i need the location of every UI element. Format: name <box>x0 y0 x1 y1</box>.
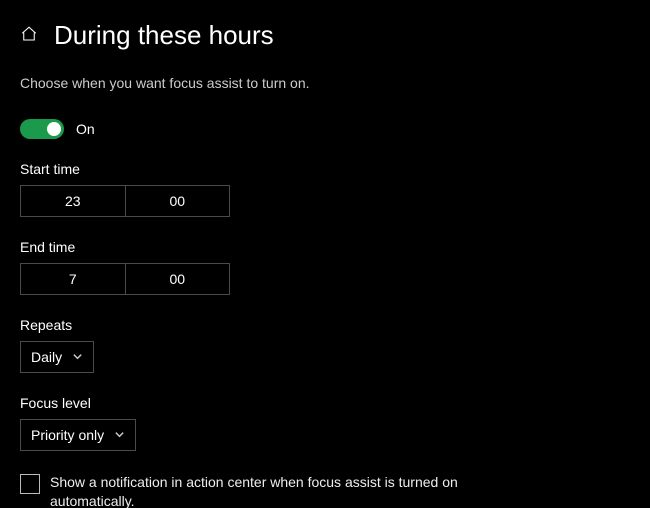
focus-level-group: Focus level Priority only <box>20 395 630 451</box>
repeats-value: Daily <box>31 349 62 365</box>
end-minute-box[interactable]: 00 <box>126 263 231 295</box>
repeats-group: Repeats Daily <box>20 317 630 373</box>
page-title: During these hours <box>54 20 274 51</box>
end-time-group: End time 7 00 <box>20 239 630 295</box>
focus-level-select[interactable]: Priority only <box>20 419 136 451</box>
end-time-label: End time <box>20 239 630 255</box>
chevron-down-icon <box>72 349 83 365</box>
end-hour-box[interactable]: 7 <box>20 263 126 295</box>
notification-checkbox-label: Show a notification in action center whe… <box>50 473 460 508</box>
focus-assist-toggle[interactable] <box>20 119 64 139</box>
repeats-label: Repeats <box>20 317 630 333</box>
home-icon[interactable] <box>20 25 38 46</box>
start-time-picker[interactable]: 23 00 <box>20 185 230 217</box>
start-time-group: Start time 23 00 <box>20 161 630 217</box>
focus-level-label: Focus level <box>20 395 630 411</box>
focus-assist-toggle-row: On <box>20 119 630 139</box>
start-time-label: Start time <box>20 161 630 177</box>
toggle-knob <box>47 122 61 136</box>
page-header: During these hours <box>20 20 630 51</box>
toggle-state-label: On <box>76 121 95 137</box>
start-minute-box[interactable]: 00 <box>126 185 231 217</box>
notification-checkbox-row: Show a notification in action center whe… <box>20 473 460 508</box>
start-hour-box[interactable]: 23 <box>20 185 126 217</box>
chevron-down-icon <box>114 427 125 443</box>
notification-checkbox[interactable] <box>20 474 40 494</box>
end-time-picker[interactable]: 7 00 <box>20 263 230 295</box>
repeats-select[interactable]: Daily <box>20 341 94 373</box>
focus-level-value: Priority only <box>31 427 104 443</box>
page-subtitle: Choose when you want focus assist to tur… <box>20 75 630 91</box>
